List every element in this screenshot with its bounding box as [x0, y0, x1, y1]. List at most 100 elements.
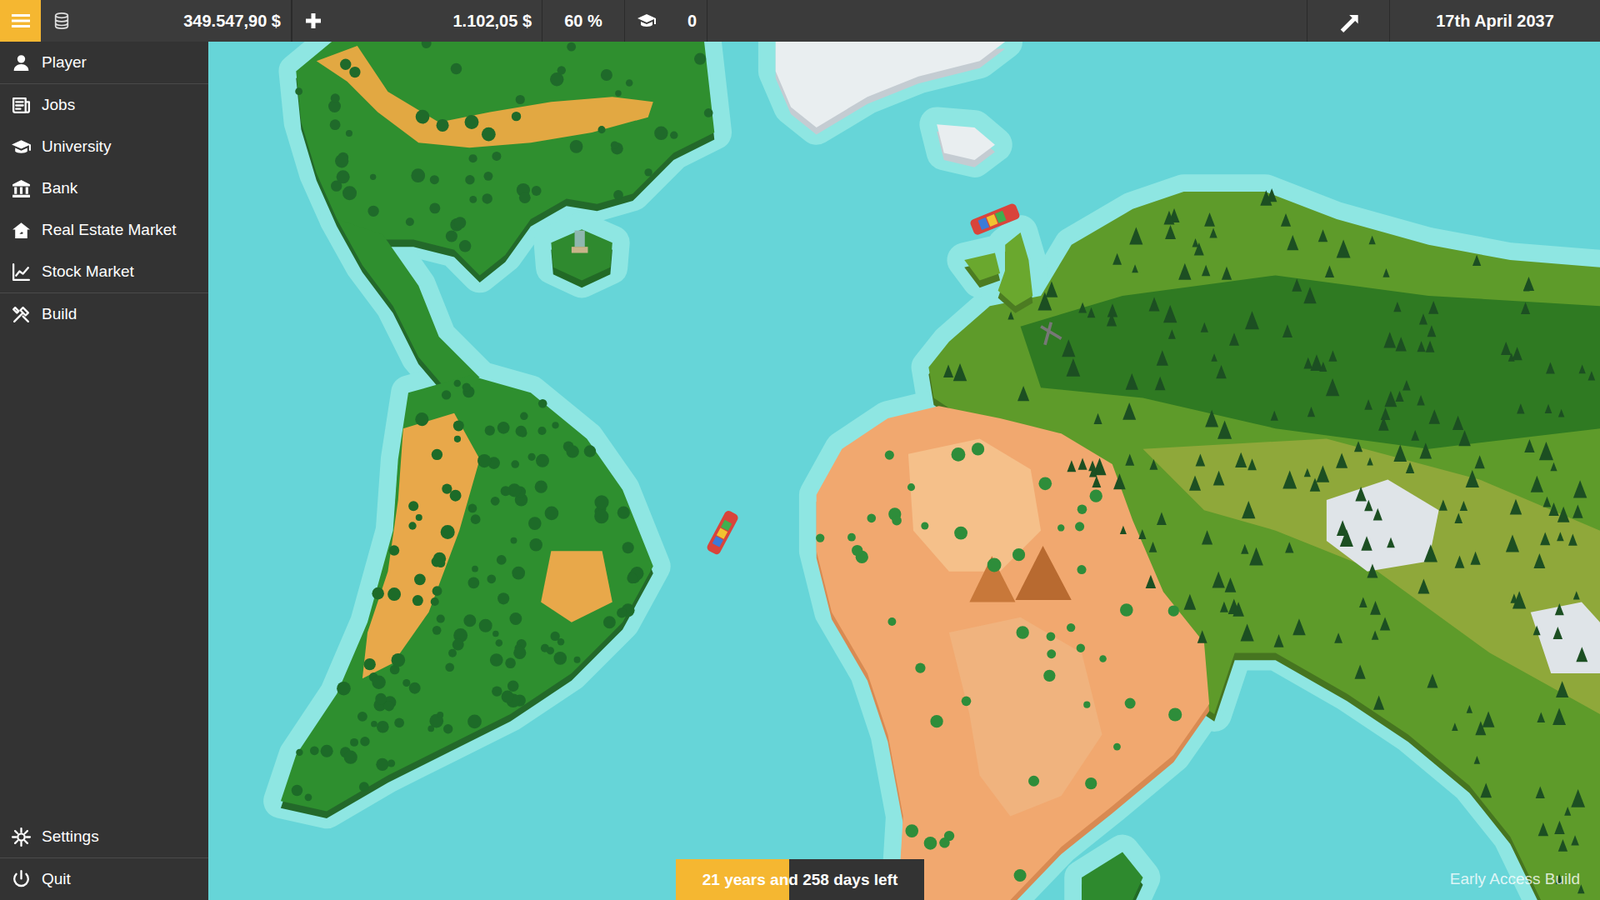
map-canvas[interactable] — [208, 41, 1600, 900]
ship[interactable] — [969, 202, 1021, 236]
tree — [1155, 376, 1166, 390]
tree — [310, 745, 320, 755]
tree — [367, 205, 379, 217]
tree — [1189, 475, 1201, 490]
tree — [1125, 454, 1135, 466]
tree — [1241, 500, 1255, 519]
tree — [1037, 292, 1052, 311]
tools-icon — [10, 304, 32, 325]
tree — [1460, 500, 1468, 511]
sidebar-item[interactable]: Stock Market — [0, 250, 209, 293]
tree — [1107, 303, 1118, 317]
tree — [1221, 266, 1232, 280]
sidebar-item[interactable]: Real Estate Market — [0, 209, 209, 251]
sidebar-item[interactable]: Jobs — [0, 84, 209, 126]
tree — [1393, 301, 1401, 312]
tree — [1334, 632, 1343, 644]
iceland[interactable] — [964, 253, 1000, 281]
trend-button[interactable] — [1307, 0, 1390, 42]
tree — [467, 715, 482, 730]
tree — [492, 630, 500, 638]
tree — [470, 514, 481, 525]
tree — [1336, 520, 1349, 536]
britain[interactable] — [998, 232, 1034, 306]
tree — [1428, 300, 1439, 315]
top-bar-spacer — [707, 0, 1308, 42]
tree — [1364, 500, 1373, 511]
tree — [1066, 623, 1075, 632]
tree — [485, 425, 495, 435]
sidebar-item[interactable]: University — [0, 125, 209, 168]
desert-patch — [540, 550, 613, 623]
bank-icon — [10, 178, 32, 200]
tree — [528, 453, 536, 461]
tree — [1046, 649, 1056, 659]
south-america[interactable] — [280, 375, 654, 811]
liberty-island[interactable] — [550, 229, 612, 280]
date-display: 17th April 2037 — [1390, 0, 1600, 42]
world-map[interactable]: 21 years and 258 days left Early Access … — [208, 41, 1600, 900]
tree — [1149, 541, 1158, 553]
tree — [415, 514, 423, 521]
sidebar-item[interactable]: Settings — [0, 815, 209, 858]
tree — [1122, 402, 1136, 420]
tree — [387, 759, 395, 767]
tree — [1427, 325, 1437, 337]
tree — [1364, 399, 1373, 410]
tree — [574, 656, 581, 664]
tree — [510, 537, 518, 545]
tree — [953, 363, 967, 381]
menu-button[interactable] — [0, 0, 41, 42]
tree — [920, 521, 929, 530]
tree — [1419, 442, 1432, 459]
tree — [1280, 213, 1291, 227]
tree — [1303, 286, 1316, 304]
tree — [357, 711, 368, 722]
percent-display: 60 % — [542, 0, 625, 42]
tree — [1168, 329, 1176, 340]
graduation-cap-icon — [10, 136, 32, 158]
tree — [1558, 839, 1568, 852]
tree — [1245, 310, 1260, 330]
tree — [409, 682, 421, 695]
ice-island[interactable] — [936, 124, 995, 160]
tree — [1303, 357, 1313, 370]
tree — [961, 696, 972, 707]
tree — [939, 837, 950, 849]
tree — [515, 425, 527, 437]
statue-of-liberty[interactable] — [571, 230, 589, 254]
africa[interactable] — [816, 405, 1210, 900]
add-money-button[interactable] — [291, 0, 334, 42]
sidebar-item[interactable]: Player — [0, 41, 209, 84]
tree — [1007, 311, 1014, 320]
tree — [344, 750, 358, 765]
tree — [1373, 508, 1383, 521]
tree — [987, 558, 1002, 573]
tree — [336, 170, 350, 184]
sidebar-item[interactable]: Build — [0, 293, 209, 335]
tree — [535, 454, 550, 468]
tree — [565, 445, 579, 458]
tree — [497, 592, 510, 605]
tree — [557, 65, 566, 75]
tree — [1163, 305, 1177, 323]
small-island[interactable] — [1081, 851, 1143, 900]
greenland[interactable] — [775, 41, 1005, 128]
central-america[interactable] — [336, 219, 480, 393]
tree — [1550, 462, 1557, 472]
tree — [1540, 532, 1550, 546]
sidebar-item[interactable]: Quit — [0, 858, 209, 900]
tree — [359, 781, 370, 792]
tree — [1536, 712, 1545, 724]
tree — [430, 597, 440, 606]
ship[interactable] — [705, 509, 740, 556]
tree — [1076, 565, 1086, 575]
sidebar-item[interactable]: Bank — [0, 167, 209, 210]
tree — [694, 53, 706, 65]
tree — [454, 380, 462, 388]
tree — [1168, 707, 1182, 721]
tree — [1066, 460, 1076, 472]
tree — [477, 454, 491, 468]
tree — [431, 556, 443, 568]
tree — [495, 639, 504, 647]
